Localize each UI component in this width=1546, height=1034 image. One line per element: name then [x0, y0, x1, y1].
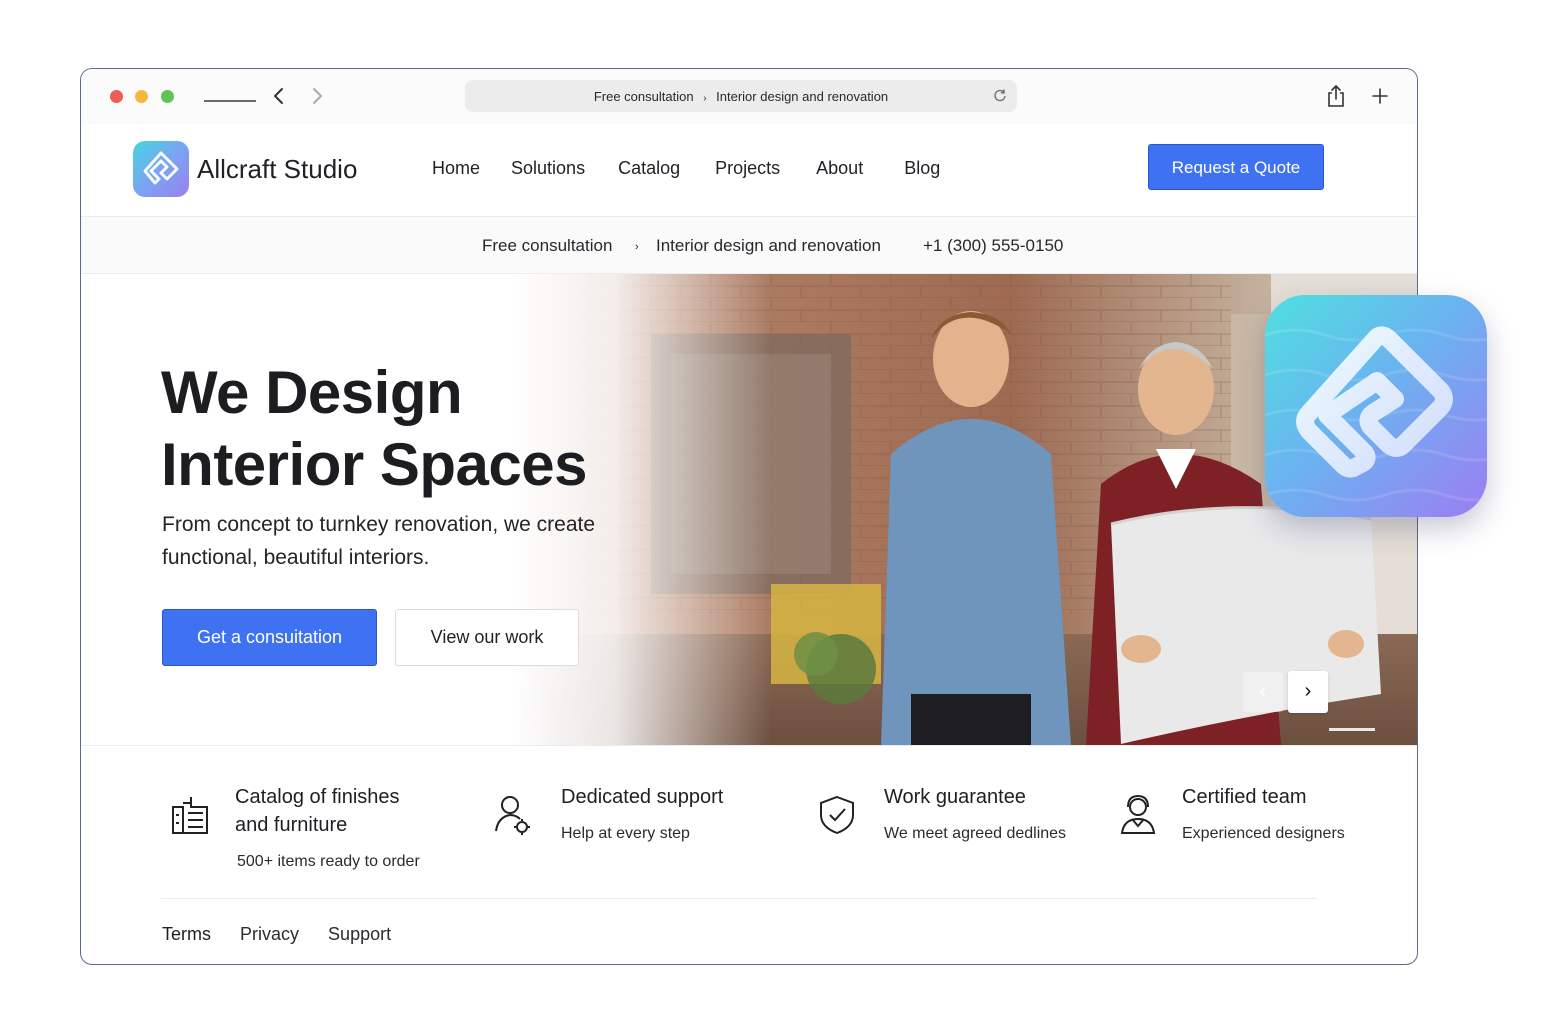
footer-privacy-link[interactable]: Privacy [240, 924, 299, 944]
feature-title: Dedicated support [561, 786, 724, 808]
nav-home[interactable]: Home [432, 158, 480, 179]
info-separator: › [635, 241, 639, 253]
footer-terms-link[interactable]: Terms [162, 924, 211, 944]
brand-name[interactable]: Allcraft Studio [197, 154, 357, 185]
feature-title: Catalog of finishes and furniture [235, 783, 400, 839]
nav-projects[interactable]: Projects [715, 158, 780, 179]
feature-title-line-2: and furniture [235, 814, 348, 836]
carousel-indicator[interactable] [1329, 728, 1375, 731]
footer-support-link[interactable]: Support [328, 924, 391, 944]
hero-title: We Design Interior Spaces [161, 357, 588, 501]
new-tab-icon[interactable] [1370, 85, 1390, 107]
back-arrow-icon[interactable] [268, 83, 290, 109]
info-strip: Free consultation › Interior design and … [81, 217, 1417, 274]
hero-title-line-2: Interior Spaces [161, 431, 588, 498]
site-header: Allcraft Studio Home Solutions Catalog P… [81, 124, 1417, 217]
feature-desc: Experienced designers [1182, 825, 1345, 842]
main-nav: Home Solutions Catalog Projects About Bl… [432, 158, 971, 179]
feature-desc: 500+ items ready to order [237, 853, 420, 870]
forward-arrow-icon[interactable] [306, 83, 328, 109]
logo-mark-icon [143, 151, 179, 185]
info-interior-design[interactable]: Interior design and renovation [656, 236, 881, 256]
share-icon[interactable] [1326, 84, 1346, 108]
address-text: Free consultation › Interior design and … [465, 89, 1017, 104]
nav-solutions[interactable]: Solutions [511, 158, 585, 179]
hero-subtitle: From concept to turnkey renovation, we c… [162, 513, 596, 569]
feature-title: Certified team [1182, 786, 1307, 808]
catalog-icon [167, 793, 211, 837]
sidebar-toggle-icon[interactable] [204, 100, 256, 102]
minimize-window-button[interactable] [135, 90, 148, 103]
feature-desc: Help at every step [561, 825, 690, 842]
nav-about[interactable]: About [816, 158, 863, 179]
hero-section: We Design Interior Spaces From concept t… [81, 274, 1417, 745]
app-icon [1265, 295, 1487, 517]
url-part-consultation: Free consultation [593, 89, 694, 104]
nav-catalog[interactable]: Catalog [618, 158, 680, 179]
browser-window: Free consultation › Interior design and … [80, 68, 1418, 965]
carousel-next-button[interactable]: › [1288, 671, 1328, 713]
support-person-gear-icon [492, 793, 536, 837]
carousel-prev-button[interactable]: ‹ [1243, 672, 1283, 712]
hero-title-line-1: We Design [161, 359, 463, 426]
headset-person-icon [1116, 793, 1160, 837]
feature-title-line-1: Catalog of finishes [235, 786, 400, 808]
view-work-button[interactable]: View our work [395, 609, 579, 666]
feature-desc: We meet agreed dedlines [884, 825, 1067, 842]
info-free-consultation[interactable]: Free consultation [482, 236, 612, 256]
reload-icon[interactable] [993, 88, 1007, 102]
close-window-button[interactable] [110, 90, 123, 103]
get-consultation-button[interactable]: Get a consuitation [162, 609, 377, 666]
info-phone[interactable]: +1 (300) 555-0150 [923, 236, 1063, 256]
features-row: Catalog of finishes and furniture 500+ i… [81, 745, 1417, 900]
browser-toolbar: Free consultation › Interior design and … [81, 69, 1417, 125]
shield-check-icon [815, 793, 859, 837]
app-logo-mark-icon [1265, 326, 1487, 502]
brand-logo[interactable] [133, 141, 189, 197]
address-bar[interactable]: Free consultation › Interior design and … [465, 80, 1017, 112]
request-quote-button[interactable]: Request a Quote [1148, 144, 1324, 190]
feature-title: Work guarantee [884, 786, 1026, 808]
nav-blog[interactable]: Blog [904, 158, 940, 179]
footer-divider [161, 898, 1317, 899]
maximize-window-button[interactable] [161, 90, 174, 103]
footer-links: Terms Privacy Support [162, 924, 415, 945]
url-part-design: Interior design and renovation [716, 89, 889, 104]
url-separator: › [703, 93, 707, 104]
